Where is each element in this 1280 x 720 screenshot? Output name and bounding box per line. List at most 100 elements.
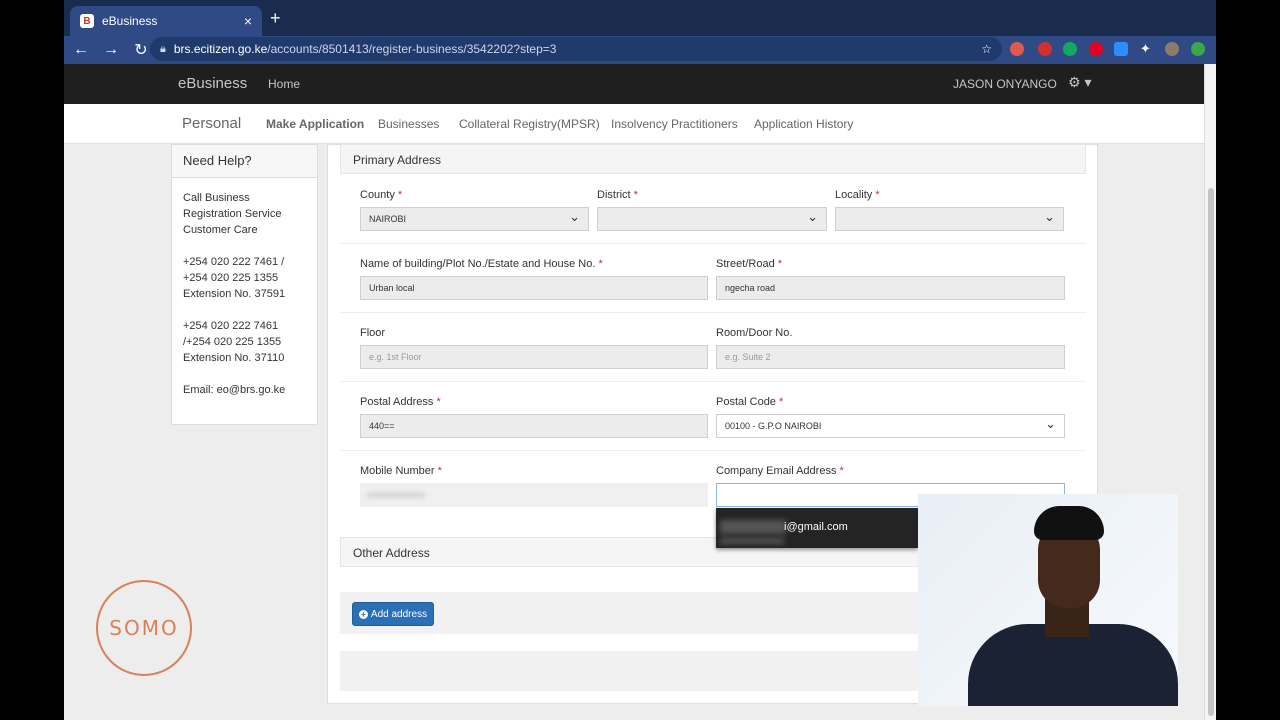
- somo-logo: SOMO: [96, 580, 192, 676]
- help-phone-1: +254 020 222 7461 / +254 020 225 1355 Ex…: [183, 254, 306, 302]
- label-text: Company Email Address: [716, 465, 837, 477]
- postal-code-select[interactable]: 00100 - G.P.O NAIROBI: [716, 414, 1065, 438]
- label-text: Name of building/Plot No./Estate and Hou…: [360, 258, 596, 270]
- label-text: District: [597, 189, 631, 201]
- help-line: Customer Care: [183, 224, 258, 236]
- help-email: Email: eo@brs.go.ke: [183, 382, 306, 398]
- star-icon[interactable]: ☆: [981, 42, 992, 56]
- postal-address-input[interactable]: 440==: [360, 414, 708, 438]
- page-scrollbar[interactable]: [1204, 64, 1216, 720]
- extension-1-icon[interactable]: [1010, 42, 1024, 56]
- right-letterbox: [1216, 0, 1280, 720]
- mobile-label: Mobile Number *: [360, 465, 442, 477]
- pinterest-icon[interactable]: [1089, 42, 1103, 56]
- nav-make-application[interactable]: Make Application: [266, 117, 364, 131]
- required-mark: *: [436, 396, 441, 408]
- add-address-button[interactable]: + Add address: [352, 602, 434, 626]
- help-line: +254 020 225 1355: [183, 272, 279, 284]
- locality-label: Locality *: [835, 189, 880, 201]
- help-panel: Need Help? Call Business Registration Se…: [171, 144, 318, 425]
- district-label: District *: [597, 189, 638, 201]
- street-label: Street/Road *: [716, 258, 782, 270]
- tab-ebusiness[interactable]: B eBusiness ×: [70, 6, 262, 36]
- row-divider: [340, 450, 1086, 451]
- county-select[interactable]: NAIROBI: [360, 207, 589, 231]
- help-line: Extension No. 37591: [183, 288, 286, 300]
- required-mark: *: [875, 189, 880, 201]
- lock-icon: 🔒︎: [160, 42, 166, 55]
- nav-businesses[interactable]: Businesses: [378, 117, 439, 131]
- email-autocomplete-suggestion[interactable]: i@gmail.com: [716, 508, 918, 548]
- help-line: Extension No. 37110: [183, 352, 285, 364]
- gear-icon[interactable]: ⚙ ▾: [1068, 74, 1091, 91]
- help-line: +254 020 222 7461: [183, 320, 279, 332]
- nav-insolvency-practitioners[interactable]: Insolvency Practitioners: [611, 117, 738, 131]
- add-address-label: Add address: [370, 608, 428, 620]
- grammarly-icon[interactable]: [1063, 42, 1077, 56]
- help-title: Need Help?: [172, 145, 317, 178]
- help-line: /+254 020 225 1355: [183, 336, 282, 348]
- required-mark: *: [598, 258, 603, 270]
- primary-address-heading: Primary Address: [340, 144, 1086, 174]
- row-divider: [340, 381, 1086, 382]
- site-navbar: eBusiness Home JASON ONYANGO ⚙ ▾: [64, 64, 1204, 104]
- tab-title: eBusiness: [102, 14, 158, 28]
- help-line: Registration Service: [183, 208, 282, 220]
- required-mark: *: [397, 189, 403, 201]
- locality-select[interactable]: [835, 207, 1064, 231]
- nav-application-history[interactable]: Application History: [754, 117, 853, 131]
- building-input[interactable]: Urban local: [360, 276, 708, 300]
- help-line: +254 020 222 7461 /: [183, 256, 285, 268]
- help-line: Email: eo@brs.go.ke: [183, 384, 286, 396]
- mobile-input[interactable]: [360, 483, 708, 507]
- district-select[interactable]: [597, 207, 827, 231]
- floor-label: Floor: [360, 327, 386, 339]
- somo-logo-text: SOMO: [109, 616, 179, 640]
- extensions-icon[interactable]: ✦: [1140, 42, 1154, 56]
- help-intro: Call Business Registration Service Custo…: [183, 190, 306, 238]
- building-label: Name of building/Plot No./Estate and Hou…: [360, 258, 603, 270]
- help-phone-2: +254 020 222 7461 /+254 020 225 1355 Ext…: [183, 318, 306, 366]
- help-line: Call Business: [183, 192, 250, 204]
- postal-code-value: 00100 - G.P.O NAIROBI: [725, 421, 822, 431]
- floor-input[interactable]: e.g. 1st Floor: [360, 345, 708, 369]
- blurred-email-prefix: [720, 520, 786, 534]
- update-icon[interactable]: [1191, 42, 1205, 56]
- nav-collateral-registry[interactable]: Collateral Registry(MPSR): [459, 117, 600, 131]
- label-text: Street/Road: [716, 258, 775, 270]
- address-bar[interactable]: 🔒︎ brs.ecitizen.go.ke /accounts/8501413/…: [150, 37, 1002, 61]
- label-text: Postal Code: [716, 396, 776, 408]
- label-text: Mobile Number: [360, 465, 435, 477]
- required-mark: *: [777, 258, 783, 270]
- url-path: /accounts/8501413/register-business/3542…: [267, 42, 557, 56]
- postal-code-label: Postal Code *: [716, 396, 783, 408]
- postal-address-label: Postal Address *: [360, 396, 441, 408]
- street-input[interactable]: ngecha road: [716, 276, 1065, 300]
- new-tab-icon[interactable]: +: [270, 8, 281, 29]
- label-text: Locality: [835, 189, 873, 201]
- required-mark: *: [779, 396, 784, 408]
- profile-avatar[interactable]: [1165, 42, 1179, 56]
- zoom-icon[interactable]: [1114, 42, 1128, 56]
- required-mark: *: [633, 189, 638, 201]
- browser-window: B eBusiness × + ← → ↻ 🔒︎ brs.ecitizen.go…: [64, 0, 1216, 720]
- required-mark: *: [437, 465, 442, 477]
- home-link[interactable]: Home: [268, 77, 300, 91]
- favicon-icon: B: [80, 14, 94, 28]
- forward-icon[interactable]: →: [98, 41, 124, 59]
- user-menu[interactable]: JASON ONYANGO: [953, 77, 1057, 91]
- plus-circle-icon: +: [358, 609, 368, 619]
- left-letterbox: [0, 0, 64, 720]
- back-icon[interactable]: ←: [68, 41, 94, 59]
- section-title: Personal: [182, 115, 242, 132]
- presenter-hair: [1034, 506, 1104, 540]
- browser-toolbar: ← → ↻ 🔒︎ brs.ecitizen.go.ke /accounts/85…: [64, 36, 1216, 64]
- blurred-email-subtext: [720, 538, 784, 544]
- scroll-thumb[interactable]: [1208, 188, 1214, 716]
- close-tab-icon[interactable]: ×: [244, 13, 252, 29]
- adblock-icon[interactable]: [1038, 42, 1052, 56]
- url-host: brs.ecitizen.go.ke: [173, 42, 268, 56]
- label-text: County: [360, 189, 395, 201]
- brand-link[interactable]: eBusiness: [178, 75, 247, 92]
- room-input[interactable]: e.g. Suite 2: [716, 345, 1065, 369]
